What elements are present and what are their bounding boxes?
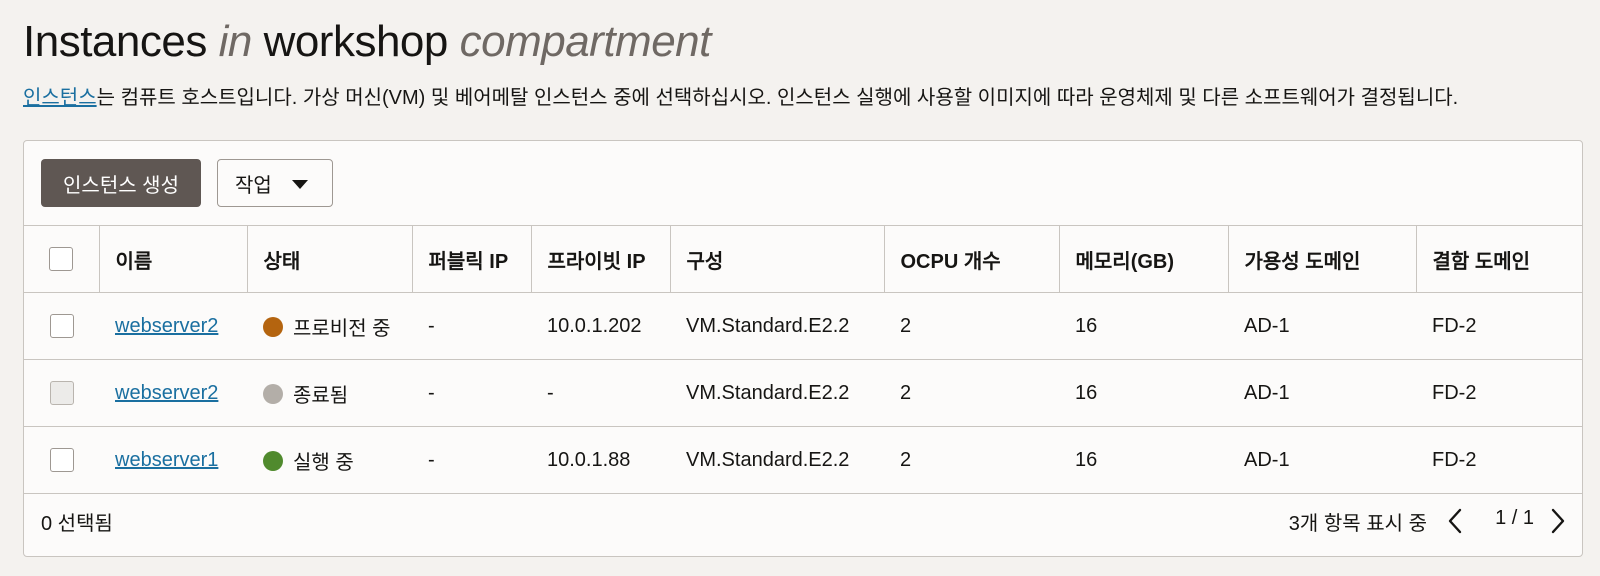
shape-cell: VM.Standard.E2.2 xyxy=(670,359,884,427)
memory-cell: 16 xyxy=(1059,359,1228,427)
public-ip-cell: - xyxy=(412,426,531,494)
column-header-availability-domain[interactable]: 가용성 도메인 xyxy=(1227,225,1416,293)
status-dot-icon xyxy=(263,317,283,338)
row-select-cell xyxy=(24,292,99,360)
status-dot-icon xyxy=(263,384,283,405)
ocpu-cell: 2 xyxy=(884,292,1059,360)
column-header-name[interactable]: 이름 xyxy=(98,225,247,293)
memory-cell: 16 xyxy=(1059,426,1228,494)
select-all-checkbox[interactable] xyxy=(49,247,74,271)
table-body: webserver2 프로비전 중 - 10.0.1.202 VM.Standa… xyxy=(24,292,1582,494)
column-header-status[interactable]: 상태 xyxy=(246,225,412,293)
availability-domain-cell: AD-1 xyxy=(1228,292,1416,360)
status-cell: 종료됨 xyxy=(247,359,412,427)
compartment-name: workshop xyxy=(263,17,449,66)
caret-down-icon xyxy=(292,180,308,189)
selected-count: 0 선택됨 xyxy=(41,513,113,535)
chevron-right-icon[interactable] xyxy=(1546,507,1570,535)
memory-cell: 16 xyxy=(1059,292,1228,360)
select-all-cell xyxy=(24,225,99,293)
table-row: webserver2 종료됨 - - VM.Standard.E2.2 2 16… xyxy=(24,359,1582,427)
page-indicator: 1 / 1 xyxy=(1495,507,1534,529)
create-instance-button[interactable]: 인스턴스 생성 xyxy=(41,159,201,207)
status-dot-icon xyxy=(263,451,283,472)
instance-name-cell: webserver1 xyxy=(99,426,247,494)
status-cell: 실행 중 xyxy=(247,426,412,494)
column-header-ocpu[interactable]: OCPU 개수 xyxy=(883,225,1059,293)
private-ip-cell: 10.0.1.202 xyxy=(531,292,670,360)
shape-cell: VM.Standard.E2.2 xyxy=(670,292,884,360)
row-select-cell xyxy=(24,359,99,427)
table-header-row: 이름 상태 퍼블릭 IP 프라이빗 IP 구성 OCPU 개수 메모리(GB) … xyxy=(24,225,1582,293)
page-description: 인스턴스는 컴퓨트 호스트입니다. 가상 머신(VM) 및 베어메탈 인스턴스 … xyxy=(23,84,1458,112)
chevron-left-icon[interactable] xyxy=(1443,507,1467,535)
title-part1: Instances xyxy=(23,17,207,66)
fault-domain-cell: FD-2 xyxy=(1416,426,1582,494)
availability-domain-cell: AD-1 xyxy=(1228,359,1416,427)
column-header-public-ip[interactable]: 퍼블릭 IP xyxy=(411,225,531,293)
instances-doc-link[interactable]: 인스턴스 xyxy=(23,87,97,109)
table-row: webserver1 실행 중 - 10.0.1.88 VM.Standard.… xyxy=(24,426,1582,494)
table-row: webserver2 프로비전 중 - 10.0.1.202 VM.Standa… xyxy=(24,292,1582,360)
column-header-fault-domain[interactable]: 결함 도메인 xyxy=(1415,225,1582,293)
toolbar: 인스턴스 생성 작업 xyxy=(24,141,1582,225)
fault-domain-cell: FD-2 xyxy=(1416,359,1582,427)
status-cell: 프로비전 중 xyxy=(247,292,412,360)
table-footer: 0 선택됨 3개 항목 표시 중 1 / 1 xyxy=(24,485,1582,556)
column-header-shape[interactable]: 구성 xyxy=(669,225,884,293)
instance-name-link[interactable]: webserver2 xyxy=(115,315,218,337)
shape-cell: VM.Standard.E2.2 xyxy=(670,426,884,494)
status-text: 실행 중 xyxy=(293,451,354,474)
row-select-cell xyxy=(24,426,99,494)
row-checkbox[interactable] xyxy=(49,314,74,338)
column-header-memory[interactable]: 메모리(GB) xyxy=(1058,225,1228,293)
instance-name-link[interactable]: webserver1 xyxy=(115,449,218,471)
actions-label: 작업 xyxy=(235,174,272,197)
actions-dropdown-button[interactable]: 작업 xyxy=(217,159,333,207)
public-ip-cell: - xyxy=(412,292,531,360)
instances-panel: 인스턴스 생성 작업 이름 상태 퍼블릭 IP 프라이빗 IP 구성 OCPU xyxy=(23,140,1583,557)
instance-name-cell: webserver2 xyxy=(99,359,247,427)
ocpu-cell: 2 xyxy=(884,426,1059,494)
availability-domain-cell: AD-1 xyxy=(1228,426,1416,494)
status-text: 프로비전 중 xyxy=(293,317,391,340)
title-compartment: compartment xyxy=(459,17,712,66)
row-checkbox[interactable] xyxy=(49,448,74,472)
instance-name-cell: webserver2 xyxy=(99,292,247,360)
instances-table: 이름 상태 퍼블릭 IP 프라이빗 IP 구성 OCPU 개수 메모리(GB) … xyxy=(24,225,1582,494)
items-shown-text: 3개 항목 표시 중 xyxy=(1288,513,1427,535)
instance-name-link[interactable]: webserver2 xyxy=(115,382,218,404)
description-text: 는 컴퓨트 호스트입니다. 가상 머신(VM) 및 베어메탈 인스턴스 중에 선… xyxy=(96,87,1459,109)
private-ip-cell: 10.0.1.88 xyxy=(531,426,670,494)
status-text: 종료됨 xyxy=(293,384,349,407)
ocpu-cell: 2 xyxy=(884,359,1059,427)
public-ip-cell: - xyxy=(412,359,531,427)
page-title: Instances in workshop compartment xyxy=(23,14,711,70)
column-header-private-ip[interactable]: 프라이빗 IP xyxy=(530,225,670,293)
title-in: in xyxy=(218,17,253,66)
fault-domain-cell: FD-2 xyxy=(1416,292,1582,360)
private-ip-cell: - xyxy=(531,359,670,427)
row-checkbox[interactable] xyxy=(49,381,74,405)
